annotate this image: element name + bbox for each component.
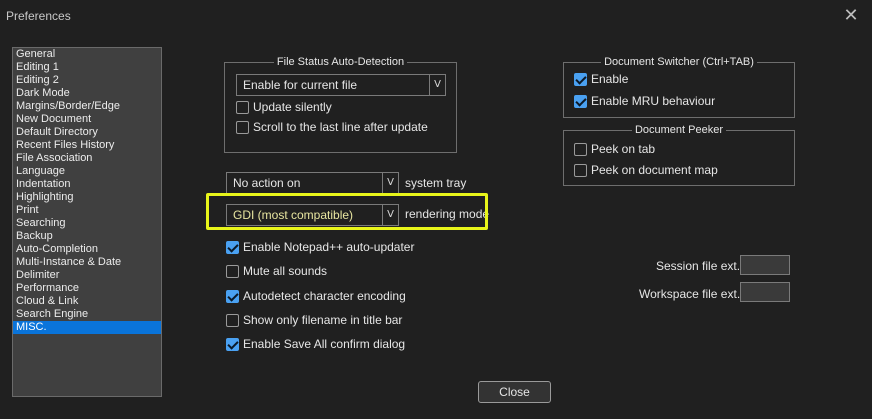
doc-switcher-enable-checkbox[interactable]: Enable: [574, 72, 628, 88]
doc-switcher-enable-label: Enable: [591, 72, 629, 86]
system-tray-combo-value: No action on: [233, 176, 301, 190]
checkmark-icon[interactable]: [226, 241, 239, 254]
filename-title-checkbox[interactable]: Show only filename in title bar: [226, 313, 402, 329]
mute-sounds-label: Mute all sounds: [243, 264, 328, 278]
session-ext-input[interactable]: [740, 255, 790, 275]
title-bar: Preferences ✕: [0, 0, 872, 32]
checkbox-box[interactable]: [574, 164, 587, 177]
auto-updater-checkbox[interactable]: Enable Notepad++ auto-updater: [226, 240, 414, 256]
sidebar-item-cloud-link[interactable]: Cloud & Link: [13, 295, 161, 308]
sidebar-item-editing-1[interactable]: Editing 1: [13, 61, 161, 74]
autodetect-encoding-checkbox[interactable]: Autodetect character encoding: [226, 289, 406, 305]
checkmark-icon[interactable]: [226, 290, 239, 303]
sidebar-item-default-directory[interactable]: Default Directory: [13, 126, 161, 139]
sidebar-item-highlighting[interactable]: Highlighting: [13, 191, 161, 204]
session-ext-label: Session file ext.:: [656, 259, 744, 273]
system-tray-label: system tray: [405, 176, 467, 190]
checkbox-box[interactable]: [574, 143, 587, 156]
sidebar-item-delimiter[interactable]: Delimiter: [13, 269, 161, 282]
filename-title-label: Show only filename in title bar: [243, 313, 403, 327]
sidebar-item-searching[interactable]: Searching: [13, 217, 161, 230]
file-status-combo-value: Enable for current file: [243, 78, 358, 92]
window-title: Preferences: [6, 9, 71, 23]
update-silently-checkbox[interactable]: Update silently: [236, 100, 332, 116]
peek-tab-checkbox[interactable]: Peek on tab: [574, 142, 655, 158]
sidebar-item-misc[interactable]: MISC.: [13, 321, 161, 334]
category-list[interactable]: General Editing 1 Editing 2 Dark Mode Ma…: [12, 47, 162, 397]
scroll-last-line-checkbox[interactable]: Scroll to the last line after update: [236, 120, 428, 136]
file-status-group-title: File Status Auto-Detection: [273, 56, 408, 68]
highlight-box: [206, 193, 488, 230]
sidebar-item-multi-instance[interactable]: Multi-Instance & Date: [13, 256, 161, 269]
peek-map-label: Peek on document map: [591, 163, 718, 177]
save-all-confirm-checkbox[interactable]: Enable Save All confirm dialog: [226, 337, 405, 353]
sidebar-item-dark-mode[interactable]: Dark Mode: [13, 87, 161, 100]
workspace-ext-label: Workspace file ext.:: [639, 287, 744, 301]
mute-sounds-checkbox[interactable]: Mute all sounds: [226, 264, 327, 280]
sidebar-item-print[interactable]: Print: [13, 204, 161, 217]
sidebar-item-performance[interactable]: Performance: [13, 282, 161, 295]
sidebar-item-recent-files[interactable]: Recent Files History: [13, 139, 161, 152]
sidebar-item-indentation[interactable]: Indentation: [13, 178, 161, 191]
checkmark-icon[interactable]: [574, 73, 587, 86]
sidebar-item-language[interactable]: Language: [13, 165, 161, 178]
save-all-confirm-label: Enable Save All confirm dialog: [243, 337, 406, 351]
close-icon[interactable]: ✕: [840, 5, 862, 27]
sidebar-item-general[interactable]: General: [13, 48, 161, 61]
checkbox-box[interactable]: [226, 314, 239, 327]
workspace-ext-input[interactable]: [740, 282, 790, 302]
system-tray-combo[interactable]: No action on V: [226, 172, 399, 194]
sidebar-item-new-document[interactable]: New Document: [13, 113, 161, 126]
checkmark-icon[interactable]: [226, 338, 239, 351]
auto-updater-label: Enable Notepad++ auto-updater: [243, 240, 415, 254]
doc-switcher-mru-checkbox[interactable]: Enable MRU behaviour: [574, 94, 715, 110]
scroll-last-line-label: Scroll to the last line after update: [253, 120, 428, 134]
autodetect-encoding-label: Autodetect character encoding: [243, 289, 406, 303]
doc-switcher-mru-label: Enable MRU behaviour: [591, 94, 716, 108]
checkbox-box[interactable]: [236, 101, 249, 114]
peek-map-checkbox[interactable]: Peek on document map: [574, 163, 718, 179]
doc-switcher-group-title: Document Switcher (Ctrl+TAB): [601, 56, 757, 68]
chevron-down-icon[interactable]: V: [382, 173, 398, 193]
checkbox-box[interactable]: [236, 121, 249, 134]
sidebar-item-auto-completion[interactable]: Auto-Completion: [13, 243, 161, 256]
sidebar-item-margins[interactable]: Margins/Border/Edge: [13, 100, 161, 113]
close-button[interactable]: Close: [478, 381, 551, 403]
sidebar-item-editing-2[interactable]: Editing 2: [13, 74, 161, 87]
sidebar-item-file-association[interactable]: File Association: [13, 152, 161, 165]
checkmark-icon[interactable]: [574, 95, 587, 108]
chevron-down-icon[interactable]: V: [429, 75, 445, 95]
doc-peeker-group-title: Document Peeker: [631, 124, 727, 136]
sidebar-item-search-engine[interactable]: Search Engine: [13, 308, 161, 321]
update-silently-label: Update silently: [253, 100, 332, 114]
peek-tab-label: Peek on tab: [591, 142, 656, 156]
sidebar-item-backup[interactable]: Backup: [13, 230, 161, 243]
file-status-combo[interactable]: Enable for current file V: [236, 74, 446, 96]
checkbox-box[interactable]: [226, 265, 239, 278]
